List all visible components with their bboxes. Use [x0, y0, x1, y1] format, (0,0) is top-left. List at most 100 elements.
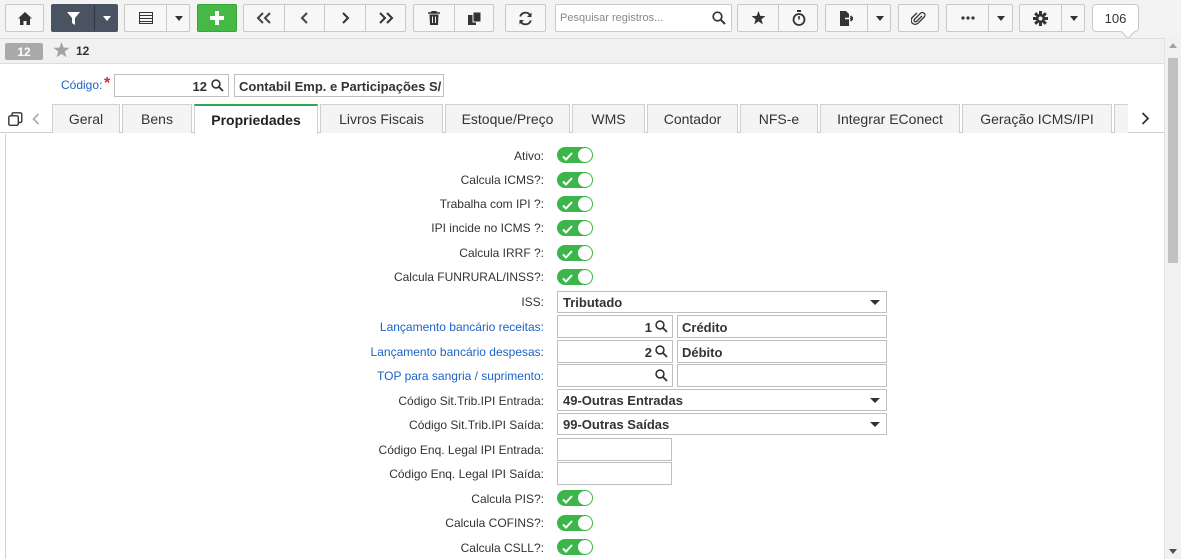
- navigation-group: [243, 4, 406, 32]
- iss-select[interactable]: Tributado: [557, 291, 887, 313]
- top-sangria-input[interactable]: [557, 364, 673, 387]
- ativo-toggle[interactable]: [557, 147, 593, 163]
- calcula-icms-toggle[interactable]: [557, 172, 593, 188]
- scroll-up-icon[interactable]: [1169, 43, 1177, 48]
- calcula-pis-toggle[interactable]: [557, 490, 593, 506]
- first-record-button[interactable]: [244, 5, 284, 31]
- sit-trib-saida-value: 99-Outras Saídas: [563, 417, 670, 432]
- calcula-funrural-label: Calcula FUNRURAL/INSS?:: [393, 270, 544, 284]
- ellipsis-icon: [960, 16, 975, 20]
- last-record-button[interactable]: [366, 5, 406, 31]
- lanc-receitas-label[interactable]: Lançamento bancário receitas:: [380, 320, 544, 334]
- filter-dropdown-button[interactable]: [95, 5, 118, 31]
- tab-overflow[interactable]: [1114, 104, 1128, 133]
- tab-nfse[interactable]: NFS-e: [740, 104, 818, 133]
- more-options-button[interactable]: [947, 5, 988, 31]
- add-record-button[interactable]: [197, 4, 237, 32]
- vertical-scrollbar[interactable]: [1164, 38, 1181, 559]
- caret-down-icon: [174, 15, 183, 21]
- sit-trib-entrada-select[interactable]: 49-Outras Entradas: [557, 389, 887, 411]
- company-name-field[interactable]: Contabil Emp. e Participações S/: [234, 74, 444, 97]
- ipi-incide-icms-toggle[interactable]: [557, 220, 593, 236]
- edit-group: [413, 4, 494, 32]
- gear-icon: [1033, 10, 1048, 26]
- star-icon[interactable]: [53, 42, 70, 61]
- check-icon: [562, 223, 573, 237]
- check-icon: [562, 542, 573, 556]
- search-icon[interactable]: [655, 320, 668, 336]
- calcula-csll-label: Calcula CSLL?:: [460, 541, 544, 555]
- star-icon: [751, 11, 766, 25]
- grid-view-dropdown-button[interactable]: [167, 5, 190, 31]
- enq-legal-saida-label: Código Enq. Legal IPI Saída:: [389, 467, 544, 481]
- previous-record-button[interactable]: [285, 5, 324, 31]
- check-icon: [562, 518, 573, 532]
- timer-button[interactable]: [779, 5, 818, 31]
- delete-button[interactable]: [414, 5, 454, 31]
- tab-integrar-econect[interactable]: Integrar EConect: [820, 104, 960, 133]
- tabs-scroll-right-icon[interactable]: [1141, 112, 1150, 128]
- trabalha-ipi-label: Trabalha com IPI ?:: [439, 197, 544, 211]
- calcula-funrural-toggle[interactable]: [557, 269, 593, 285]
- chevron-left-icon: [300, 12, 309, 24]
- calcula-csll-toggle[interactable]: [557, 539, 593, 555]
- tabs-scroll-left-icon[interactable]: [32, 113, 40, 128]
- top-sangria-description: [677, 364, 887, 387]
- settings-dropdown-button[interactable]: [1062, 5, 1085, 31]
- attachments-button[interactable]: [898, 4, 939, 32]
- top-sangria-label[interactable]: TOP para sangria / suprimento:: [377, 369, 544, 383]
- next-record-button[interactable]: [325, 5, 365, 31]
- calcula-cofins-toggle[interactable]: [557, 515, 593, 531]
- tab-geracao-icms-ipi[interactable]: Geração ICMS/IPI: [962, 104, 1112, 133]
- sit-trib-saida-select[interactable]: 99-Outras Saídas: [557, 413, 887, 435]
- tab-propriedades[interactable]: Propriedades: [194, 104, 318, 134]
- grid-view-button-group: [124, 4, 190, 32]
- tab-livros-fiscais[interactable]: Livros Fiscais: [320, 104, 443, 133]
- refresh-button[interactable]: [505, 4, 546, 32]
- file-export-icon: [840, 10, 853, 26]
- more-options-dropdown-button[interactable]: [989, 5, 1013, 31]
- search-icon[interactable]: [712, 11, 726, 28]
- grid-view-button[interactable]: [125, 5, 166, 31]
- settings-group: [1019, 4, 1085, 32]
- tab-wms[interactable]: WMS: [572, 104, 645, 133]
- lanc-despesas-input[interactable]: 2: [557, 340, 673, 363]
- lanc-despesas-label[interactable]: Lançamento bancário despesas:: [371, 345, 544, 359]
- tab-contador[interactable]: Contador: [647, 104, 738, 133]
- scrollbar-thumb[interactable]: [1168, 58, 1178, 263]
- check-icon: [562, 248, 573, 262]
- calcula-pis-label: Calcula PIS?:: [471, 492, 544, 506]
- refresh-icon: [518, 11, 533, 26]
- lanc-receitas-input[interactable]: 1: [557, 315, 673, 338]
- enq-legal-entrada-input[interactable]: [557, 438, 672, 461]
- filter-button[interactable]: [52, 5, 94, 31]
- sit-trib-saida-label: Código Sit.Trib.IPI Saída:: [409, 418, 544, 432]
- code-input[interactable]: 12: [114, 74, 229, 97]
- export-button[interactable]: [826, 5, 867, 31]
- trash-icon: [428, 11, 440, 25]
- tab-estoque-preco[interactable]: Estoque/Preço: [445, 104, 570, 133]
- check-icon: [562, 175, 573, 189]
- copy-tabs-icon[interactable]: [8, 112, 23, 130]
- favorite-button[interactable]: [738, 5, 778, 31]
- home-button[interactable]: [5, 4, 44, 32]
- tab-geral[interactable]: Geral: [52, 104, 120, 133]
- code-label[interactable]: Código:: [61, 78, 102, 92]
- export-dropdown-button[interactable]: [868, 5, 891, 31]
- tab-bens[interactable]: Bens: [122, 104, 192, 133]
- search-icon[interactable]: [211, 79, 224, 95]
- search-icon[interactable]: [655, 345, 668, 361]
- scroll-down-icon[interactable]: [1169, 549, 1177, 554]
- duplicate-button[interactable]: [455, 5, 494, 31]
- settings-button[interactable]: [1020, 5, 1061, 31]
- search-input[interactable]: [557, 6, 707, 30]
- caret-down-icon: [997, 15, 1005, 21]
- enq-legal-saida-input[interactable]: [557, 462, 672, 485]
- filter-icon: [66, 11, 80, 25]
- properties-form: Ativo: Calcula ICMS?: Trabalha com IPI ?…: [5, 134, 1164, 559]
- calcula-cofins-label: Calcula COFINS?:: [445, 516, 544, 530]
- trabalha-ipi-toggle[interactable]: [557, 196, 593, 212]
- calcula-irrf-toggle[interactable]: [557, 245, 593, 261]
- caret-down-icon: [875, 15, 884, 21]
- search-icon[interactable]: [655, 369, 668, 385]
